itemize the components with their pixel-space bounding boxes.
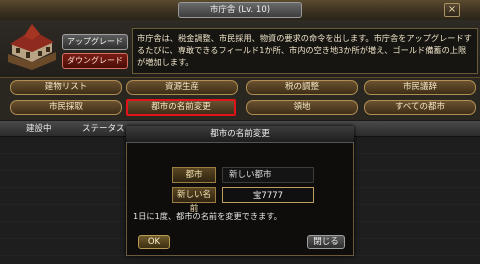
nav-building-list-button[interactable]: 建物リスト xyxy=(10,80,122,95)
close-dialog-button[interactable]: 閉じる xyxy=(307,235,345,249)
city-label: 都市 xyxy=(172,167,216,183)
town-hall-image xyxy=(4,22,60,74)
nav-tax-adjust-button[interactable]: 税の調整 xyxy=(246,80,358,95)
nav-rename-city-button[interactable]: 都市の名前変更 xyxy=(126,99,236,116)
upgrade-button[interactable]: アップグレード xyxy=(62,34,128,50)
nav-citizen-council-button[interactable]: 市民議辞 xyxy=(364,80,476,95)
nav-resource-production-button[interactable]: 資源生産 xyxy=(126,80,238,95)
new-name-label: 新しい名前 xyxy=(172,187,216,214)
rename-note: 1日に1度、都市の名前を変更できます。 xyxy=(133,211,282,221)
current-city-name: 新しい都市 xyxy=(222,167,314,183)
downgrade-button[interactable]: ダウングレード xyxy=(62,53,128,69)
building-description: 市庁舎は、税金調整、市民採用、物資の要求の命令を出します。市庁舎をアップグレード… xyxy=(132,28,478,74)
column-header-status[interactable]: ステータス xyxy=(82,121,125,137)
dialog-title: 都市の名前変更 xyxy=(210,129,270,139)
nav-citizen-recruit-button[interactable]: 市民採取 xyxy=(10,100,122,115)
window-close-button[interactable]: × xyxy=(444,3,460,17)
ok-button[interactable]: OK xyxy=(138,235,170,249)
window-title: 市庁舎 (Lv. 10) xyxy=(178,2,302,18)
nav-all-cities-button[interactable]: すべての都市 xyxy=(364,100,476,115)
new-name-input[interactable] xyxy=(222,187,314,203)
nav-territory-button[interactable]: 領地 xyxy=(246,100,358,115)
column-header-construction[interactable]: 建設中 xyxy=(26,121,52,137)
